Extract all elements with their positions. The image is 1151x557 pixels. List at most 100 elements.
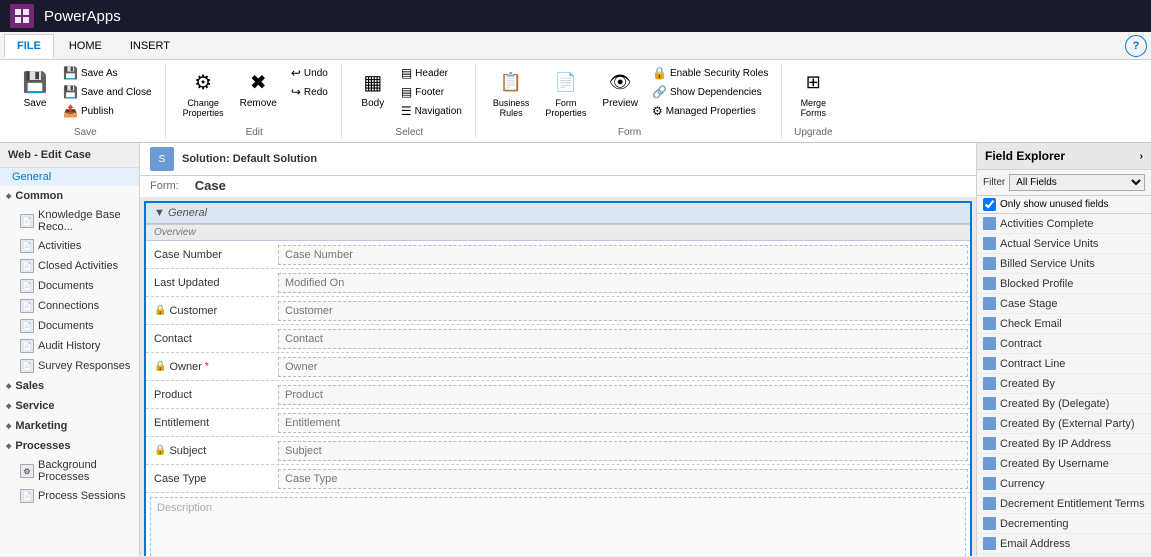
case-number-input[interactable] bbox=[278, 245, 968, 265]
field-item-decrement-entitlement[interactable]: Decrement Entitlement Terms bbox=[977, 494, 1151, 514]
nav-item-closed-activities[interactable]: 📄 Closed Activities bbox=[0, 256, 139, 276]
form-canvas[interactable]: ▼ General Overview Case Number Last Upda… bbox=[140, 197, 976, 556]
filter-select[interactable]: All Fields bbox=[1009, 174, 1145, 191]
merge-forms-button[interactable]: ⊞ MergeForms bbox=[792, 64, 834, 122]
field-item-created-by-ip[interactable]: Created By IP Address bbox=[977, 434, 1151, 454]
title-bar: PowerApps bbox=[0, 0, 1151, 32]
field-explorer-chevron[interactable]: › bbox=[1140, 151, 1143, 162]
entitlement-label: Entitlement bbox=[146, 413, 276, 433]
form-properties-button[interactable]: 📄 FormProperties bbox=[538, 64, 593, 122]
last-updated-input[interactable] bbox=[278, 273, 968, 293]
field-item-email-address[interactable]: Email Address bbox=[977, 534, 1151, 554]
field-icon bbox=[983, 497, 996, 510]
nav-item-process-sessions[interactable]: 📄 Process Sessions bbox=[0, 486, 139, 506]
body-button[interactable]: ▦ Body bbox=[352, 64, 394, 113]
redo-icon: ↪ bbox=[291, 85, 301, 99]
save-close-button[interactable]: 💾 Save and Close bbox=[58, 83, 157, 101]
field-item-contract-line[interactable]: Contract Line bbox=[977, 354, 1151, 374]
customer-input[interactable] bbox=[278, 301, 968, 321]
footer-button[interactable]: ▤ Footer bbox=[396, 83, 467, 101]
field-item-created-by[interactable]: Created By bbox=[977, 374, 1151, 394]
nav-item-documents-2[interactable]: 📄 Documents bbox=[0, 316, 139, 336]
preview-icon: 👁 bbox=[606, 68, 634, 96]
subject-input[interactable] bbox=[278, 441, 968, 461]
nav-item-connections[interactable]: 📄 Connections bbox=[0, 296, 139, 316]
field-item-actual-service-units[interactable]: Actual Service Units bbox=[977, 234, 1151, 254]
owner-input[interactable] bbox=[278, 357, 968, 377]
form-bar: Form: Case bbox=[140, 176, 976, 197]
redo-button[interactable]: ↪ Redo bbox=[286, 83, 333, 101]
field-icon bbox=[983, 357, 996, 370]
managed-props-button[interactable]: ⚙ Managed Properties bbox=[647, 102, 773, 120]
footer-icon: ▤ bbox=[401, 85, 412, 99]
app-title: PowerApps bbox=[44, 8, 121, 25]
product-input[interactable] bbox=[278, 385, 968, 405]
app-grid-icon[interactable] bbox=[10, 4, 34, 28]
form-row-customer: 🔒 Customer bbox=[146, 297, 970, 325]
field-item-case-stage[interactable]: Case Stage bbox=[977, 294, 1151, 314]
field-item-created-by-delegate[interactable]: Created By (Delegate) bbox=[977, 394, 1151, 414]
contact-input[interactable] bbox=[278, 329, 968, 349]
ribbon-tabs: FILE HOME INSERT ? bbox=[0, 32, 1151, 60]
tab-file[interactable]: FILE bbox=[4, 34, 54, 58]
nav-section-service[interactable]: Service bbox=[0, 396, 139, 416]
nav-section-common[interactable]: Common bbox=[0, 186, 139, 206]
preview-button[interactable]: 👁 Preview bbox=[595, 64, 645, 113]
field-list: Activities Complete Actual Service Units… bbox=[977, 214, 1151, 556]
field-icon bbox=[983, 277, 996, 290]
unused-checkbox-label: Only show unused fields bbox=[1000, 199, 1108, 210]
field-item-check-email[interactable]: Check Email bbox=[977, 314, 1151, 334]
field-icon bbox=[983, 297, 996, 310]
field-item-created-by-username[interactable]: Created By Username bbox=[977, 454, 1151, 474]
nav-general-item[interactable]: General bbox=[0, 168, 139, 186]
field-item-billed-service-units[interactable]: Billed Service Units bbox=[977, 254, 1151, 274]
header-button[interactable]: ▤ Header bbox=[396, 64, 467, 82]
show-deps-button[interactable]: 🔗 Show Dependencies bbox=[647, 83, 773, 101]
save-stack: 💾 Save As 💾 Save and Close 📤 Publish bbox=[58, 64, 157, 120]
ribbon-group-save: 💾 Save 💾 Save As 💾 Save and Close 📤 Publ… bbox=[6, 64, 166, 138]
nav-item-audit-history[interactable]: 📄 Audit History bbox=[0, 336, 139, 356]
center-content: S Solution: Default Solution Form: Case … bbox=[140, 143, 976, 556]
right-panel: Field Explorer › Filter All Fields Only … bbox=[976, 143, 1151, 556]
enable-security-button[interactable]: 🔒 Enable Security Roles bbox=[647, 64, 773, 82]
field-icon bbox=[983, 397, 996, 410]
field-item-currency[interactable]: Currency bbox=[977, 474, 1151, 494]
unused-checkbox[interactable] bbox=[983, 198, 996, 211]
change-properties-button[interactable]: ⚙ ChangeProperties bbox=[176, 64, 231, 122]
business-rules-button[interactable]: 📋 BusinessRules bbox=[486, 64, 537, 122]
deps-icon: 🔗 bbox=[652, 85, 667, 99]
save-as-button[interactable]: 💾 Save As bbox=[58, 64, 157, 82]
nav-section-sales[interactable]: Sales bbox=[0, 376, 139, 396]
help-button[interactable]: ? bbox=[1125, 35, 1147, 57]
nav-item-documents-1[interactable]: 📄 Documents bbox=[0, 276, 139, 296]
undo-button[interactable]: ↩ Undo bbox=[286, 64, 333, 82]
field-item-decrementing[interactable]: Decrementing bbox=[977, 514, 1151, 534]
edit-group-label: Edit bbox=[176, 125, 333, 138]
tab-home[interactable]: HOME bbox=[56, 34, 115, 58]
save-button[interactable]: 💾 Save bbox=[14, 64, 56, 113]
field-icon bbox=[983, 417, 996, 430]
entitlement-input[interactable] bbox=[278, 413, 968, 433]
field-item-blocked-profile[interactable]: Blocked Profile bbox=[977, 274, 1151, 294]
navigation-button[interactable]: ☰ Navigation bbox=[396, 102, 467, 120]
form-row-case-number: Case Number bbox=[146, 241, 970, 269]
form-group-label: Form bbox=[486, 125, 773, 138]
case-type-input[interactable] bbox=[278, 469, 968, 489]
nav-section-marketing[interactable]: Marketing bbox=[0, 416, 139, 436]
nav-section-processes[interactable]: Processes bbox=[0, 436, 139, 456]
nav-item-activities[interactable]: 📄 Activities bbox=[0, 236, 139, 256]
field-icon bbox=[983, 377, 996, 390]
field-explorer-title: Field Explorer bbox=[985, 149, 1065, 163]
remove-button[interactable]: ✖ Remove bbox=[233, 64, 284, 113]
publish-button[interactable]: 📤 Publish bbox=[58, 102, 157, 120]
nav-item-survey-responses[interactable]: 📄 Survey Responses bbox=[0, 356, 139, 376]
field-item-activities-complete[interactable]: Activities Complete bbox=[977, 214, 1151, 234]
field-item-created-by-external[interactable]: Created By (External Party) bbox=[977, 414, 1151, 434]
description-area[interactable]: Description bbox=[150, 497, 966, 556]
field-item-contract[interactable]: Contract bbox=[977, 334, 1151, 354]
documents-1-icon: 📄 bbox=[20, 279, 34, 293]
tab-insert[interactable]: INSERT bbox=[117, 34, 183, 58]
form-name: Case bbox=[195, 178, 226, 193]
nav-item-knowledge-base[interactable]: 📄 Knowledge Base Reco... bbox=[0, 206, 139, 236]
nav-item-background-processes[interactable]: ⚙ Background Processes bbox=[0, 456, 139, 486]
